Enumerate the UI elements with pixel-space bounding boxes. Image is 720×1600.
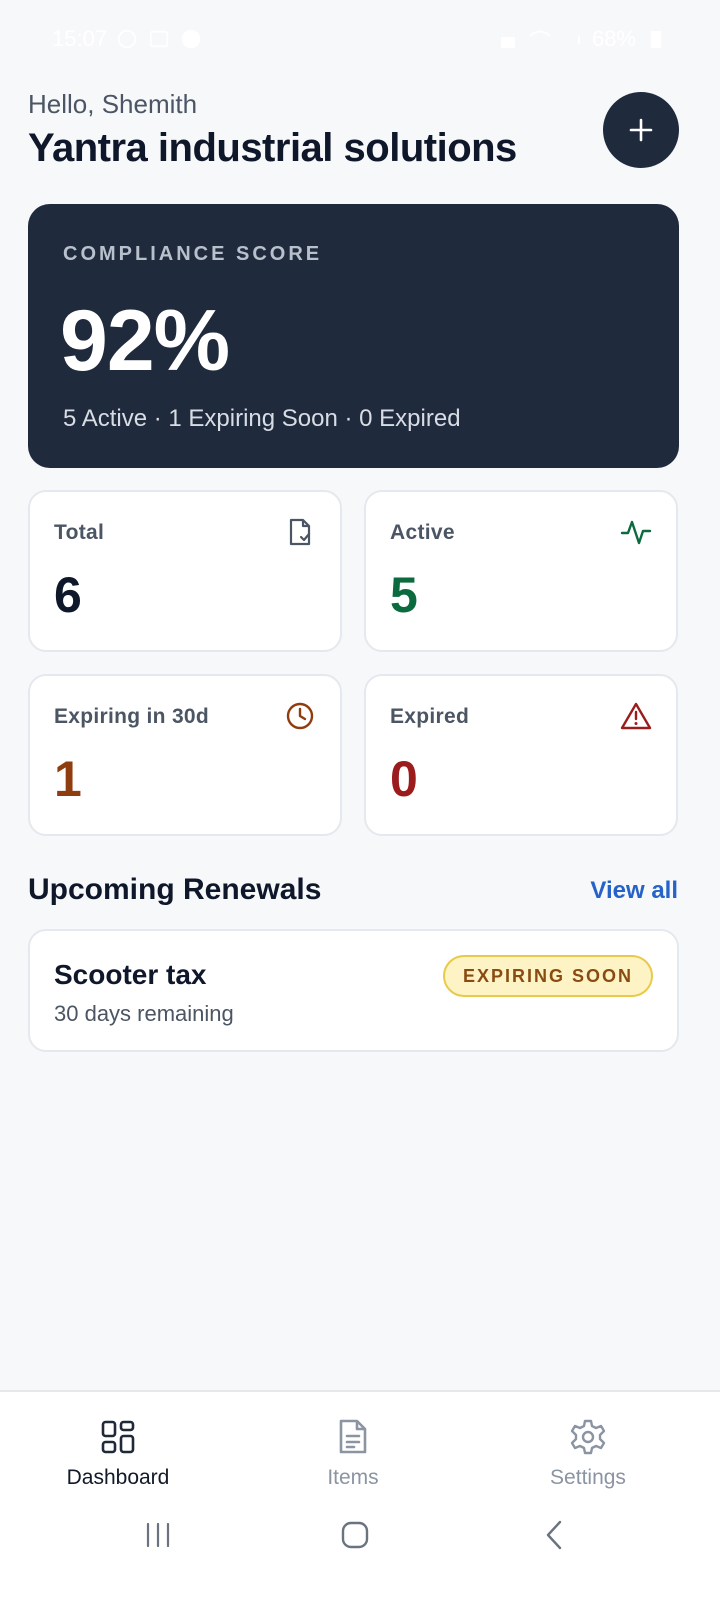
view-all-link[interactable]: View all: [590, 877, 678, 905]
stat-label: Expired: [390, 705, 470, 728]
status-left: 15:07: [52, 26, 203, 52]
bottom-nav: Dashboard Items Settings: [0, 1390, 720, 1500]
renewal-item[interactable]: Scooter tax 30 days remaining EXPIRING S…: [28, 929, 679, 1052]
battery-icon: [644, 27, 668, 51]
recent-apps-button[interactable]: [128, 1510, 188, 1560]
grid-icon: [99, 1418, 137, 1456]
back-button[interactable]: [524, 1510, 584, 1560]
company-name: Yantra industrial solutions: [28, 126, 517, 170]
stat-card-total[interactable]: Total 6: [28, 490, 342, 652]
recent-apps-icon: [146, 1522, 170, 1548]
stat-value: 1: [54, 751, 82, 807]
document-icon: [334, 1418, 372, 1456]
stat-label: Total: [54, 521, 105, 544]
gallery-icon: [147, 27, 171, 51]
stat-card-active[interactable]: Active 5: [364, 490, 678, 652]
compliance-score-label: COMPLIANCE SCORE: [63, 243, 323, 265]
upcoming-renewals-title: Upcoming Renewals: [28, 873, 322, 906]
add-button[interactable]: [603, 92, 679, 168]
compliance-summary: 5 Active · 1 Expiring Soon · 0 Expired: [63, 405, 461, 432]
stat-card-expiring[interactable]: Expiring in 30d 1: [28, 674, 342, 836]
stat-card-expired[interactable]: Expired 0: [364, 674, 678, 836]
nav-label: Items: [327, 1466, 379, 1489]
stat-value: 0: [390, 751, 418, 807]
compliance-score-value: 92%: [60, 293, 230, 389]
plus-icon: [629, 118, 653, 142]
status-right: 68%: [496, 26, 668, 52]
file-check-icon: [284, 516, 316, 548]
stat-label: Active: [390, 521, 455, 544]
lock-icon: [496, 27, 520, 51]
gear-icon: [569, 1418, 607, 1456]
home-button[interactable]: [325, 1510, 385, 1560]
activity-icon: [620, 516, 652, 548]
wifi-icon: [528, 27, 552, 51]
clock-icon: [284, 700, 316, 732]
greeting: Hello, Shemith: [28, 89, 198, 119]
status-time: 15:07: [52, 26, 108, 51]
nav-items[interactable]: Items: [253, 1392, 453, 1502]
system-nav-bar: [0, 1500, 720, 1600]
nav-label: Settings: [550, 1466, 626, 1489]
home-icon: [341, 1521, 369, 1549]
nav-label: Dashboard: [66, 1466, 170, 1489]
renewal-name: Scooter tax: [54, 959, 207, 990]
stat-value: 5: [390, 567, 418, 623]
renewal-remaining: 30 days remaining: [54, 1001, 234, 1026]
battery-level: 68%: [591, 26, 636, 51]
alert-triangle-icon: [620, 700, 652, 732]
whatsapp-icon: [115, 27, 139, 51]
stat-label: Expiring in 30d: [54, 705, 210, 728]
stat-value: 6: [54, 567, 82, 623]
back-icon: [546, 1520, 562, 1550]
nav-dashboard[interactable]: Dashboard: [18, 1392, 218, 1502]
status-bar: 15:07 68%: [0, 0, 720, 78]
status-badge: EXPIRING SOON: [442, 955, 653, 997]
nav-settings[interactable]: Settings: [488, 1392, 688, 1502]
signal-icon: [560, 27, 584, 51]
compliance-score-card: COMPLIANCE SCORE 92% 5 Active · 1 Expiri…: [28, 204, 679, 468]
phone-icon: [179, 27, 203, 51]
